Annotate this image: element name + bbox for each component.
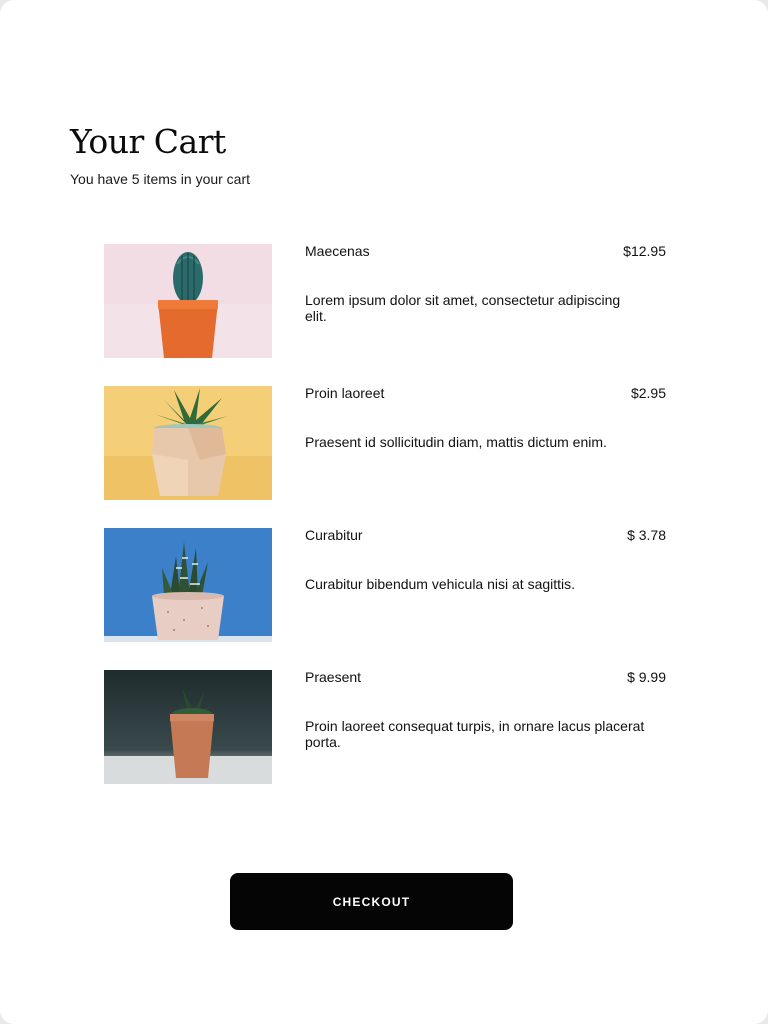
product-name: Curabitur xyxy=(305,527,363,543)
product-image[interactable] xyxy=(104,528,272,642)
checkout-button[interactable]: CHECKOUT xyxy=(230,873,513,930)
page-title: Your Cart xyxy=(70,122,226,161)
product-description: Proin laoreet consequat turpis, in ornar… xyxy=(305,718,645,750)
cart-list: Maecenas $12.95 Lorem ipsum dolor sit am… xyxy=(104,243,666,811)
succulent-in-terracotta-pot-image xyxy=(104,670,272,784)
succulent-in-wooden-pot-image xyxy=(104,386,272,500)
product-image[interactable] xyxy=(104,244,272,358)
cart-item-count: You have 5 items in your cart xyxy=(70,171,251,187)
cart-item[interactable]: Curabitur $ 3.78 Curabitur bibendum vehi… xyxy=(104,527,666,642)
cart-item[interactable]: Proin laoreet $2.95 Praesent id sollicit… xyxy=(104,385,666,500)
product-image[interactable] xyxy=(104,386,272,500)
product-price: $ 3.78 xyxy=(627,527,666,543)
cart-item[interactable]: Maecenas $12.95 Lorem ipsum dolor sit am… xyxy=(104,243,666,358)
product-description: Curabitur bibendum vehicula nisi at sagi… xyxy=(305,576,576,592)
product-image[interactable] xyxy=(104,670,272,784)
product-price: $2.95 xyxy=(630,385,666,401)
cactus-in-orange-pot-image xyxy=(104,244,272,358)
product-name: Proin laoreet xyxy=(305,385,385,401)
cart-screen: Your Cart You have 5 items in your cart … xyxy=(0,0,768,1024)
product-description: Lorem ipsum dolor sit amet, consectetur … xyxy=(305,292,621,324)
zebra-plant-in-speckled-pot-image xyxy=(104,528,272,642)
product-price: $12.95 xyxy=(623,243,666,259)
product-price: $ 9.99 xyxy=(627,669,666,685)
product-name: Maecenas xyxy=(305,243,370,259)
product-name: Praesent xyxy=(305,669,362,685)
cart-item[interactable]: Praesent $ 9.99 Proin laoreet consequat … xyxy=(104,669,666,784)
product-description: Praesent id sollicitudin diam, mattis di… xyxy=(305,434,607,450)
